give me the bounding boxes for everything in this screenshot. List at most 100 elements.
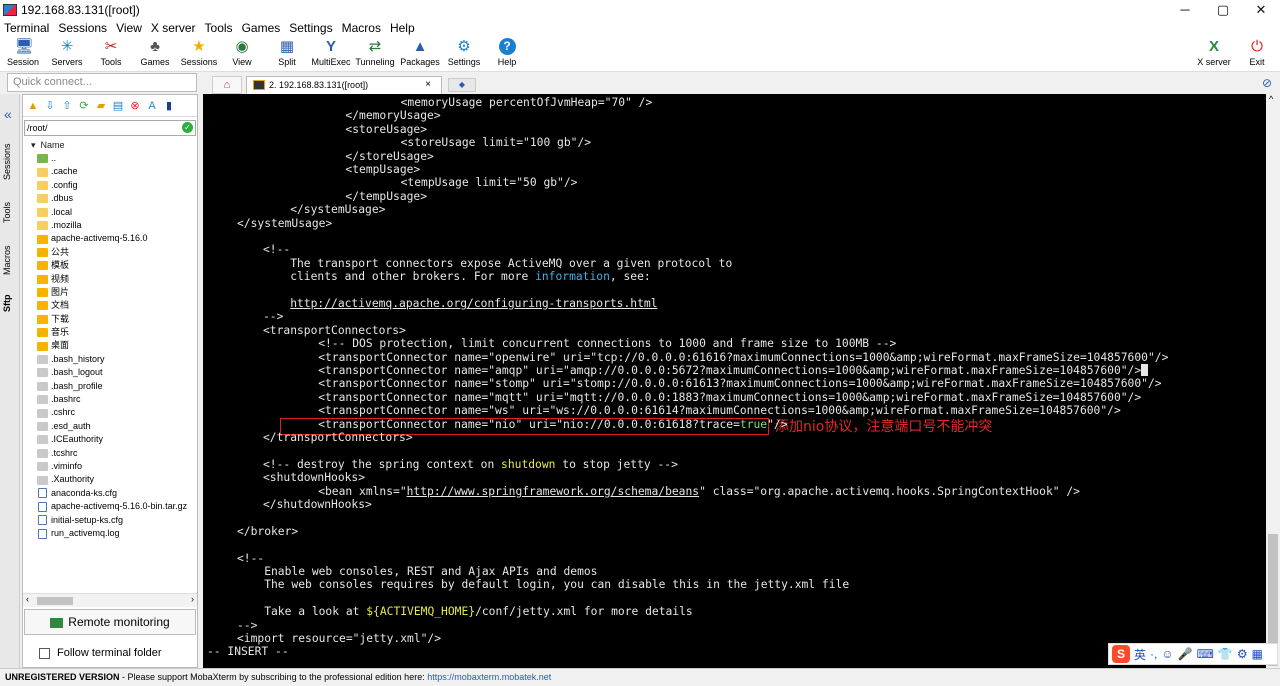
list-item[interactable]: .ICEauthority (37, 433, 197, 446)
list-item[interactable]: apache-activemq-5.16.0-bin.tar.gz (37, 500, 197, 513)
close-tab-icon[interactable]: × (425, 77, 431, 93)
menu-xserver[interactable]: X server (151, 21, 196, 35)
list-item[interactable]: .esd_auth (37, 420, 197, 433)
list-item[interactable]: .Xauthority (37, 473, 197, 486)
tab-macros[interactable]: Macros (2, 240, 18, 280)
list-item[interactable]: .config (37, 179, 197, 192)
terminal-text: </shutdownHooks> (263, 498, 372, 511)
sftp-path-field[interactable]: /root/ ✓ (24, 120, 196, 136)
path-ok-icon[interactable]: ✓ (182, 122, 193, 133)
follow-terminal-folder-checkbox[interactable]: Follow terminal folder (39, 647, 162, 659)
xserver-button[interactable]: XX server (1192, 38, 1236, 67)
microphone-icon[interactable]: 🎤 (1178, 647, 1193, 661)
language-toggle[interactable]: 英 (1134, 646, 1146, 663)
download-icon[interactable]: ⇩ (43, 99, 57, 113)
toolbox-icon[interactable]: ▦ (1252, 647, 1263, 661)
scroll-left-icon[interactable]: ‹ (26, 594, 29, 604)
view-button[interactable]: ◉ View (229, 38, 255, 67)
list-item[interactable]: .bashrc (37, 393, 197, 406)
menu-help[interactable]: Help (390, 21, 415, 35)
permissions-icon[interactable]: ▮ (162, 99, 176, 113)
list-item[interactable]: .mozilla (37, 219, 197, 232)
attachment-icon[interactable]: ⊘ (1262, 76, 1272, 90)
list-item[interactable]: .cshrc (37, 406, 197, 419)
skin-icon[interactable]: 👕 (1218, 647, 1233, 661)
tools-button[interactable]: ✂ Tools (96, 38, 126, 67)
list-item[interactable]: 音乐 (37, 326, 197, 339)
list-item[interactable]: 公共 (37, 246, 197, 259)
session-button[interactable]: 🖥 Session (6, 38, 40, 67)
list-item[interactable]: .. (37, 152, 197, 165)
remote-monitoring-button[interactable]: Remote monitoring (24, 609, 196, 635)
split-button[interactable]: ▦ Split (275, 38, 299, 67)
terminal-vertical-scrollbar[interactable]: ^ (1266, 94, 1280, 668)
rename-icon[interactable]: A (145, 99, 159, 113)
menu-sessions[interactable]: Sessions (58, 21, 107, 35)
list-item[interactable]: .dbus (37, 192, 197, 205)
list-item[interactable]: anaconda-ks.cfg (37, 487, 197, 500)
menu-tools[interactable]: Tools (205, 21, 233, 35)
list-item[interactable]: 桌面 (37, 339, 197, 352)
list-item[interactable]: 模板 (37, 259, 197, 272)
home-tab[interactable]: ⌂ (212, 76, 242, 94)
list-item[interactable]: 下载 (37, 313, 197, 326)
folder-up-icon[interactable]: ▲ (26, 99, 40, 113)
new-folder-icon[interactable]: ▰ (94, 99, 108, 113)
help-button[interactable]: ? Help (494, 38, 520, 67)
delete-icon[interactable]: ⊗ (128, 99, 142, 113)
ime-settings-icon[interactable]: ⚙ (1237, 647, 1248, 661)
list-item[interactable]: run_activemq.log (37, 527, 197, 540)
exit-button[interactable]: ⏻ Exit (1244, 38, 1270, 67)
minimize-button[interactable]: ─ (1166, 0, 1204, 19)
tab-tools[interactable]: Tools (2, 194, 18, 230)
menu-view[interactable]: View (116, 21, 142, 35)
list-item[interactable]: 视频 (37, 273, 197, 286)
list-item[interactable]: apache-activemq-5.16.0 (37, 232, 197, 245)
scroll-right-icon[interactable]: › (191, 594, 194, 604)
list-item[interactable]: .bash_history (37, 353, 197, 366)
mobatek-link[interactable]: https://mobaxterm.mobatek.net (427, 672, 551, 682)
scroll-up-icon[interactable]: ^ (1269, 94, 1273, 104)
checkbox-icon[interactable] (39, 647, 50, 659)
refresh-icon[interactable]: ⟳ (77, 99, 91, 113)
punctuation-icon[interactable]: ·, (1150, 647, 1157, 661)
sessions-button[interactable]: ★ Sessions (180, 38, 218, 67)
keyboard-icon[interactable]: ⌨ (1197, 647, 1214, 661)
menu-terminal[interactable]: Terminal (4, 21, 49, 35)
list-item[interactable]: .bash_logout (37, 366, 197, 379)
list-item[interactable]: 图片 (37, 286, 197, 299)
tab-sftp[interactable]: Sftp (2, 290, 18, 316)
tab-session-2[interactable]: 2. 192.168.83.131([root]) × (246, 76, 442, 94)
new-tab-button[interactable]: ◆ (448, 78, 476, 92)
close-button[interactable]: ✕ (1242, 0, 1280, 19)
list-item[interactable]: .tcshrc (37, 447, 197, 460)
name-column-header[interactable]: ▾ Name (23, 139, 197, 152)
games-button[interactable]: ♣ Games (139, 38, 171, 67)
list-item[interactable]: .local (37, 206, 197, 219)
quick-connect-input[interactable]: Quick connect... (7, 73, 197, 92)
emoji-icon[interactable]: ☺ (1161, 647, 1173, 661)
servers-button[interactable]: ✳ Servers (49, 38, 85, 67)
settings-button[interactable]: ⚙ Settings (446, 38, 482, 67)
maximize-button[interactable]: ▢ (1204, 0, 1242, 19)
list-item[interactable]: .cache (37, 165, 197, 178)
list-item[interactable]: .bash_profile (37, 380, 197, 393)
collapse-sidebar-icon[interactable]: « (4, 106, 12, 122)
tab-sessions[interactable]: Sessions (2, 136, 18, 188)
terminal-text: --> (263, 310, 284, 324)
menu-games[interactable]: Games (242, 21, 281, 35)
list-item[interactable]: initial-setup-ks.cfg (37, 514, 197, 527)
menu-settings[interactable]: Settings (289, 21, 332, 35)
new-file-icon[interactable]: ▤ (111, 99, 125, 113)
scroll-thumb[interactable] (37, 597, 73, 605)
list-item[interactable]: 文档 (37, 299, 197, 312)
terminal-output[interactable]: 添加nio协议，注意端口号不能冲突 <memoryUsage percentOf… (203, 94, 1266, 668)
multiexec-button[interactable]: Y MultiExec (311, 38, 351, 67)
sogou-logo-icon[interactable]: S (1112, 645, 1130, 663)
sftp-horizontal-scrollbar[interactable]: ‹ › (23, 593, 197, 607)
menu-macros[interactable]: Macros (342, 21, 381, 35)
upload-icon[interactable]: ⇧ (60, 99, 74, 113)
tunneling-button[interactable]: ⇄ Tunneling (355, 38, 395, 67)
packages-button[interactable]: ▲ Packages (400, 38, 440, 67)
list-item[interactable]: .viminfo (37, 460, 197, 473)
